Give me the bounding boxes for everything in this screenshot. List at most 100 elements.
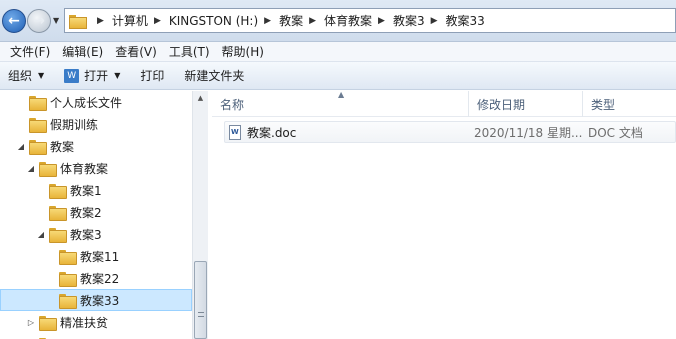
breadcrumb-label: 计算机: [111, 14, 148, 28]
open-button[interactable]: W 打开 ▼: [64, 67, 120, 84]
column-header-label: 修改日期: [477, 97, 526, 112]
print-label: 打印: [140, 69, 165, 83]
file-modified: 2020/11/18 星期...: [474, 125, 583, 140]
back-button[interactable]: ←: [2, 9, 26, 33]
breadcrumb-label: 教案3: [392, 14, 425, 28]
file-type: DOC 文档: [588, 125, 643, 140]
tree-item-lesson-plans[interactable]: ◢ 教案: [0, 135, 192, 157]
new-folder-button[interactable]: 新建文件夹: [184, 67, 244, 84]
arrow-left-icon: ←: [8, 13, 20, 29]
tree-item-partial[interactable]: [0, 333, 192, 339]
word-app-icon: W: [64, 68, 80, 83]
tree-item-lesson-3[interactable]: ◢ 教案3: [0, 223, 192, 245]
tree-item-label: 教案3: [70, 227, 102, 242]
tree-item-label: 个人成长文件: [50, 95, 123, 110]
chevron-down-icon: ▼: [38, 71, 45, 80]
column-header-label: 名称: [220, 97, 245, 112]
column-header-type[interactable]: 类型: [583, 91, 676, 117]
folder-icon: [39, 161, 57, 177]
folder-icon: [49, 227, 67, 243]
chevron-right-icon: ▶: [97, 15, 104, 26]
breadcrumb-root-sep[interactable]: ▶: [91, 16, 112, 26]
breadcrumb-label: 教案: [279, 14, 304, 28]
file-row[interactable]: 教案.doc 2020/11/18 星期... DOC 文档: [224, 121, 676, 143]
folder-icon: [29, 139, 47, 155]
chevron-right-icon[interactable]: ▶: [378, 16, 385, 26]
tree-item-holiday-training[interactable]: 假期训练: [0, 113, 192, 135]
menu-file[interactable]: 文件(F): [4, 43, 56, 60]
chevron-right-icon[interactable]: ▶: [154, 16, 161, 26]
grip-icon: [198, 312, 204, 317]
sort-ascending-icon: ▲: [338, 90, 345, 99]
navigation-scrollbar[interactable]: ▲: [192, 91, 208, 339]
address-toolbar: ← → ▼ ▶ 计算机 ▶ KINGSTON (H:) ▶ 教案 ▶ 体育教案 ▶ 教案…: [0, 0, 676, 42]
expanded-triangle-icon[interactable]: ◢: [16, 142, 26, 151]
column-header-label: 类型: [591, 97, 616, 112]
tree-item-label: 精准扶贫: [60, 315, 109, 330]
breadcrumb-label: 教案33: [445, 14, 485, 28]
tree-item-lesson-1[interactable]: 教案1: [0, 179, 192, 201]
chevron-down-icon[interactable]: ▼: [114, 71, 120, 80]
breadcrumb-label: 体育教案: [324, 14, 373, 28]
chevron-right-icon[interactable]: ▶: [431, 16, 438, 26]
folder-icon: [69, 14, 87, 29]
open-label: 打开: [84, 69, 109, 83]
breadcrumb-label: KINGSTON (H:): [168, 13, 259, 28]
tree-item-personal-growth[interactable]: 个人成长文件: [0, 91, 192, 113]
folder-icon: [49, 183, 67, 199]
expanded-triangle-icon[interactable]: ◢: [26, 164, 36, 173]
word-doc-icon: [229, 124, 241, 140]
command-bar: 组织 ▼ W 打开 ▼ 打印 新建文件夹: [0, 62, 676, 90]
tree-item-pe-lesson-plans[interactable]: ◢ 体育教案: [0, 157, 192, 179]
breadcrumb-item[interactable]: 教案3 ▶: [393, 12, 446, 29]
file-list-pane: 名称 ▲ 修改日期 类型 教案.doc 2020/11/18 星期... DOC…: [212, 90, 676, 339]
breadcrumb-item[interactable]: 教案33: [446, 12, 485, 29]
file-name: 教案.doc: [247, 125, 297, 140]
breadcrumb-item[interactable]: 体育教案 ▶: [324, 12, 393, 29]
organize-button[interactable]: 组织 ▼: [8, 67, 44, 84]
menu-help[interactable]: 帮助(H): [216, 43, 270, 60]
tree-item-label: 教案33: [80, 293, 120, 308]
tree-item-lesson-2[interactable]: 教案2: [0, 201, 192, 223]
tree-item-label: 假期训练: [50, 117, 99, 132]
chevron-right-icon[interactable]: ▶: [309, 16, 316, 26]
arrow-right-icon: →: [33, 13, 45, 29]
organize-label: 组织: [8, 69, 33, 83]
folder-icon: [39, 315, 57, 331]
tree-item-poverty-alleviation[interactable]: ▷ 精准扶贫: [0, 311, 192, 333]
breadcrumb-item[interactable]: 计算机 ▶: [112, 12, 169, 29]
column-header-modified[interactable]: 修改日期: [469, 91, 583, 117]
folder-icon: [59, 271, 77, 287]
tree-item-lesson-22[interactable]: 教案22: [0, 267, 192, 289]
tree-item-lesson-11[interactable]: 教案11: [0, 245, 192, 267]
breadcrumb-item[interactable]: 教案 ▶: [279, 12, 324, 29]
print-button[interactable]: 打印: [140, 67, 164, 84]
tree-item-label: 教案2: [70, 205, 102, 220]
recent-pages-dropdown[interactable]: ▼: [53, 16, 59, 25]
collapsed-triangle-icon[interactable]: ▷: [26, 318, 36, 327]
scrollbar-thumb[interactable]: [194, 261, 207, 339]
menu-bar: 文件(F) 编辑(E) 查看(V) 工具(T) 帮助(H): [0, 42, 676, 62]
breadcrumb[interactable]: ▶ 计算机 ▶ KINGSTON (H:) ▶ 教案 ▶ 体育教案 ▶ 教案3 ▶ 教案3…: [64, 8, 676, 33]
menu-view[interactable]: 查看(V): [109, 43, 163, 60]
tree-item-lesson-33[interactable]: 教案33: [0, 289, 192, 311]
chevron-right-icon[interactable]: ▶: [264, 16, 271, 26]
folder-icon: [59, 249, 77, 265]
menu-tools[interactable]: 工具(T): [163, 43, 216, 60]
breadcrumb-item[interactable]: KINGSTON (H:) ▶: [169, 14, 279, 28]
folder-icon: [49, 205, 67, 221]
menu-edit[interactable]: 编辑(E): [56, 43, 109, 60]
column-header-name[interactable]: 名称 ▲: [212, 90, 469, 117]
tree-item-label: 教案: [50, 139, 75, 154]
navigation-pane: 个人成长文件 假期训练 ◢ 教案 ◢ 体育教案 教案1 教案2 ◢ 教案3 教案…: [0, 91, 208, 339]
column-headers: 名称 ▲ 修改日期 类型: [212, 90, 676, 117]
folder-icon: [29, 117, 47, 133]
tree-item-label: 教案11: [80, 249, 120, 264]
folder-icon: [29, 95, 47, 111]
tree-item-label: 教案1: [70, 183, 102, 198]
expanded-triangle-icon[interactable]: ◢: [36, 230, 46, 239]
scroll-up-arrow-icon[interactable]: ▲: [193, 91, 208, 106]
tree-item-label: 教案22: [80, 271, 120, 286]
new-folder-label: 新建文件夹: [184, 69, 245, 83]
forward-button[interactable]: →: [27, 9, 51, 33]
